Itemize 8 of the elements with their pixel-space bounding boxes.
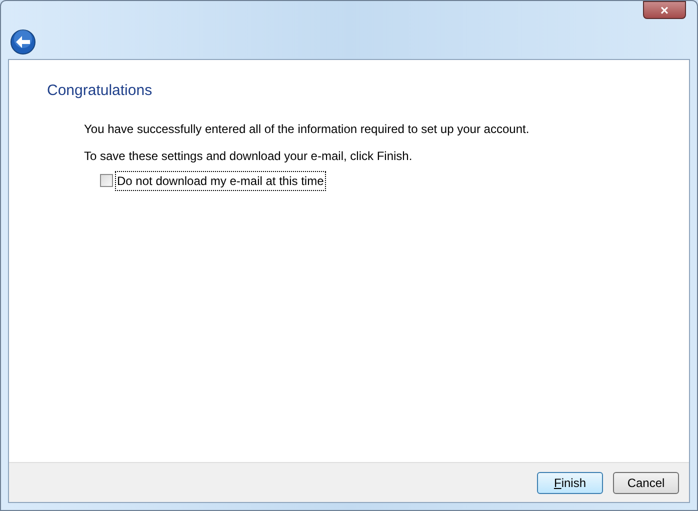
close-button[interactable]: × bbox=[643, 1, 686, 19]
dialog-button[interactable]: Finish bbox=[537, 472, 603, 494]
dialog-button[interactable]: Cancel bbox=[613, 472, 679, 494]
checkbox[interactable] bbox=[100, 174, 113, 187]
instruction-text: You have successfully entered all of the information required to set up your account. bbox=[84, 120, 530, 138]
instruction-text: To save these settings and download your e-mail, click Finish. bbox=[84, 148, 414, 164]
page-heading: Congratulations bbox=[47, 81, 154, 101]
checkbox-label[interactable]: Do not download my e-mail at this time bbox=[116, 172, 325, 190]
